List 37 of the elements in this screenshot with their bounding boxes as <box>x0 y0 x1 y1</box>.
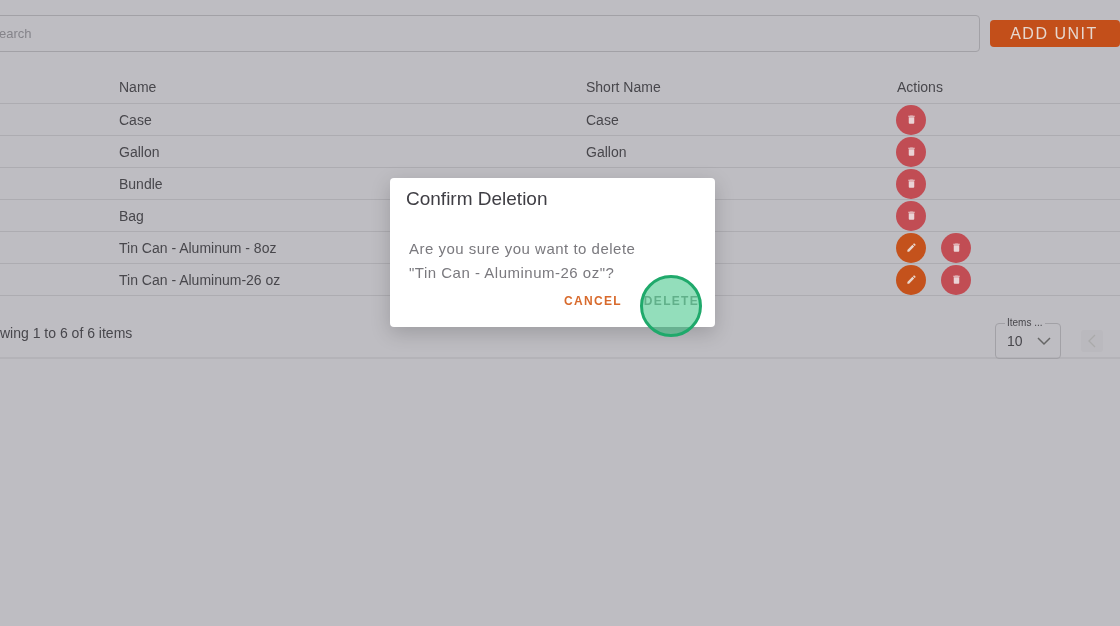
edit-button[interactable] <box>896 264 926 295</box>
edit-button[interactable] <box>896 232 926 263</box>
table-cell: Tin Can - Aluminum - 8oz <box>119 239 277 256</box>
trash-icon <box>950 274 962 285</box>
delete-button[interactable] <box>941 232 971 263</box>
pagination-summary: wing 1 to 6 of 6 items <box>0 325 133 341</box>
delete-button[interactable] <box>896 104 926 135</box>
delete-button[interactable] <box>896 168 926 199</box>
table-cell: Gallon <box>119 143 160 160</box>
chevron-down-icon <box>1036 336 1051 346</box>
dialog-title: Confirm Deletion <box>406 188 549 210</box>
trash-icon <box>905 178 917 189</box>
cancel-button[interactable]: CANCEL <box>564 290 622 312</box>
delete-button[interactable] <box>941 264 971 295</box>
column-header: Short Name <box>586 79 662 95</box>
dialog-message: Are you sure you want to delete "Tin Can - Aluminum-26 oz"? <box>408 239 637 283</box>
column-header: Name <box>119 79 158 95</box>
pencil-icon <box>905 242 917 253</box>
table-cell: Bundle <box>119 175 163 192</box>
trash-icon <box>950 242 962 253</box>
table-cell: Tin Can - Aluminum-26 oz <box>119 271 281 288</box>
search-field[interactable]: earch <box>0 15 981 52</box>
page-size-select[interactable]: Items ... 10 <box>995 316 1061 359</box>
trash-icon <box>905 146 917 157</box>
delete-button[interactable] <box>896 200 926 231</box>
add-unit-button[interactable]: ADD UNIT <box>990 20 1120 47</box>
delete-button[interactable] <box>896 136 926 167</box>
page-size-label: Items ... <box>1005 316 1045 329</box>
trash-icon <box>905 210 917 221</box>
table-cell: Bag <box>119 207 144 224</box>
table-cell: Case <box>119 111 152 128</box>
column-header: Actions <box>897 79 944 95</box>
pencil-icon <box>905 274 917 285</box>
table-cell: Gallon <box>586 143 627 160</box>
trash-icon <box>905 114 917 125</box>
table-cell: Case <box>586 111 619 128</box>
page-size-value: 10 <box>1007 333 1023 349</box>
